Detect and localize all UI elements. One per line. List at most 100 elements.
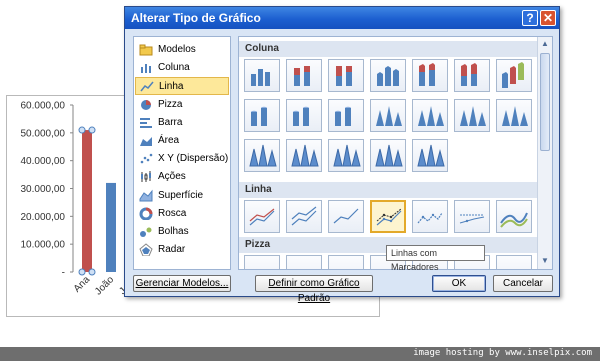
section-title-linha: Linha	[245, 184, 272, 195]
selection-handle[interactable]	[78, 126, 86, 134]
scrollbar-thumb[interactable]	[540, 53, 550, 151]
cylinder-cone-type-thumb-icon	[418, 106, 444, 126]
category-label: Rosca	[158, 207, 187, 219]
selection-handle[interactable]	[88, 268, 96, 276]
category-item[interactable]: Bolhas	[135, 223, 229, 241]
column-type-thumb-icon	[502, 62, 524, 88]
ok-button[interactable]: OK	[432, 275, 486, 292]
scroll-down-icon[interactable]: ▼	[539, 255, 551, 267]
column-type-thumb-icon	[294, 66, 310, 86]
chart-bar[interactable]	[82, 130, 92, 272]
change-chart-type-dialog: Alterar Tipo de Gráfico ? ✕ Modelos Colun…	[124, 6, 560, 304]
y-tick-label: 30.000,00	[21, 184, 66, 195]
y-tick-label: 50.000,00	[21, 128, 66, 139]
manage-templates-button[interactable]: Gerenciar Modelos...	[133, 275, 231, 292]
gallery-scrollbar[interactable]: ▲ ▼	[537, 37, 552, 269]
pie-type-thumb[interactable]	[496, 255, 532, 269]
column-type-thumb[interactable]	[454, 59, 490, 92]
category-item[interactable]: Superfície	[135, 187, 229, 205]
line-with-markers-thumb[interactable]	[370, 200, 406, 233]
scatter-chart-icon	[140, 153, 153, 164]
category-item[interactable]: Ações	[135, 168, 229, 186]
category-item[interactable]: Radar	[135, 241, 229, 259]
selection-handle[interactable]	[78, 268, 86, 276]
cylinder-cone-type-thumb[interactable]	[412, 99, 448, 132]
line-type-thumb-icon	[249, 208, 275, 226]
category-item[interactable]: Barra	[135, 114, 229, 132]
column-type-thumb[interactable]	[370, 59, 406, 92]
line-type-thumb[interactable]	[412, 200, 448, 233]
category-item[interactable]: Pizza	[135, 96, 229, 114]
category-item[interactable]: Modelos	[135, 41, 229, 59]
line-type-thumb-icon	[417, 212, 443, 224]
line-type-thumb[interactable]	[328, 200, 364, 233]
scroll-up-icon[interactable]: ▲	[539, 38, 551, 50]
set-default-chart-button[interactable]: Definir como Gráfico Padrão	[255, 275, 373, 304]
selection-handle[interactable]	[88, 126, 96, 134]
chart-type-gallery: Coluna Linha Pizza ▲ ▼	[238, 36, 553, 270]
pyramid-type-thumb[interactable]	[244, 139, 280, 172]
cylinder-cone-type-thumb[interactable]	[370, 99, 406, 132]
pyramid-type-thumb[interactable]	[370, 139, 406, 172]
column-type-thumb[interactable]	[328, 59, 364, 92]
section-header-linha: Linha	[239, 182, 539, 198]
column-type-thumb-icon	[419, 63, 435, 86]
pie-type-thumb[interactable]	[244, 255, 280, 269]
bar-chart-icon	[140, 117, 152, 128]
y-tick-label: -	[62, 268, 65, 279]
category-label: Bolhas	[158, 226, 189, 237]
pyramid-type-thumb[interactable]	[286, 139, 322, 172]
category-label: Ações	[158, 171, 186, 183]
cancel-button[interactable]: Cancelar	[493, 275, 553, 292]
category-label: Barra	[158, 116, 183, 128]
pie-type-thumb[interactable]	[286, 255, 322, 269]
cylinder-cone-type-thumb[interactable]	[454, 99, 490, 132]
category-label: X Y (Dispersão)	[158, 153, 229, 165]
cylinder-cone-type-thumb[interactable]	[244, 99, 280, 132]
column-type-thumb[interactable]	[244, 59, 280, 92]
radar-chart-icon	[139, 243, 153, 257]
column-type-thumb[interactable]	[286, 59, 322, 92]
doughnut-chart-icon	[139, 207, 153, 220]
line-type-thumb[interactable]	[496, 200, 532, 233]
category-label: Área	[158, 135, 180, 146]
close-button[interactable]: ✕	[540, 10, 556, 26]
category-item[interactable]: Coluna	[135, 59, 229, 77]
footer-strip: image hosting by www.inselpix.com	[0, 347, 600, 361]
dialog-titlebar[interactable]: Alterar Tipo de Gráfico ? ✕	[125, 7, 559, 29]
category-label: Modelos	[158, 44, 196, 55]
cylinder-cone-type-thumb[interactable]	[328, 99, 364, 132]
line-type-thumb-icon	[291, 206, 317, 226]
category-label: Radar	[158, 244, 186, 256]
line-type-thumb[interactable]	[454, 200, 490, 233]
category-item[interactable]: X Y (Dispersão)	[135, 150, 229, 168]
pyramid-type-thumb[interactable]	[328, 139, 364, 172]
pyramid-type-thumb-icon	[375, 144, 403, 167]
cylinder-cone-type-thumb[interactable]	[496, 99, 532, 132]
section-header-coluna: Coluna	[239, 41, 539, 57]
category-label: Coluna	[158, 62, 190, 74]
category-label: Superfície	[158, 189, 204, 201]
x-tick-label: João	[93, 274, 116, 297]
column-type-thumb[interactable]	[496, 59, 532, 92]
cylinder-cone-type-thumb[interactable]	[286, 99, 322, 132]
pyramid-type-thumb[interactable]	[412, 139, 448, 172]
pie-type-thumb[interactable]	[328, 255, 364, 269]
line-type-thumb[interactable]	[244, 200, 280, 233]
cylinder-cone-type-thumb-icon	[460, 106, 486, 126]
x-tick-label: Ana	[72, 274, 93, 295]
category-item[interactable]: Linha	[135, 77, 229, 96]
column-type-thumb-icon	[461, 63, 477, 86]
chart-category-list: Modelos Coluna Linha Pizza Barra Área X Y (Dis…	[133, 36, 231, 270]
line-type-thumb[interactable]	[286, 200, 322, 233]
stock-chart-icon	[141, 171, 151, 183]
pyramid-type-thumb-icon	[417, 144, 445, 167]
help-button[interactable]: ?	[522, 10, 538, 26]
column-type-thumb[interactable]	[412, 59, 448, 92]
manage-templates-label: Gerenciar Modelos...	[135, 278, 229, 289]
column-type-thumb-icon	[251, 69, 270, 86]
chart-bar[interactable]	[106, 182, 116, 272]
category-label: Pizza	[158, 98, 183, 110]
category-item[interactable]: Rosca	[135, 205, 229, 223]
category-item[interactable]: Área	[135, 132, 229, 150]
